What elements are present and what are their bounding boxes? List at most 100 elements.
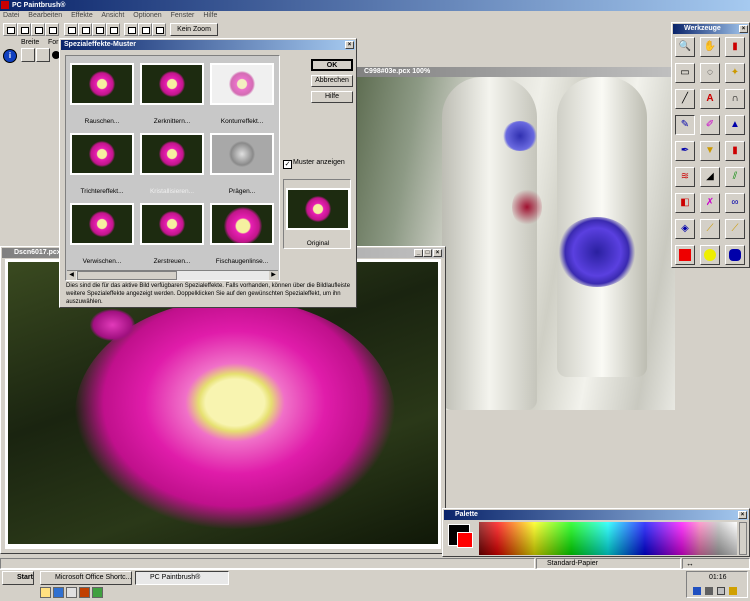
brush-size-box[interactable] [21,48,35,62]
ok-button[interactable]: OK [311,59,353,71]
effect-thumb-crystallize[interactable] [140,133,204,175]
effect-label-noise[interactable]: Rauschen... [68,118,136,125]
lasso-tool-icon[interactable]: ◌ [700,63,720,83]
help-button[interactable]: Hilfe [311,91,353,103]
curve-tool-icon[interactable]: ⟋ [725,219,745,239]
minimize-icon[interactable]: _ [414,249,423,257]
copy-icon[interactable] [78,23,92,36]
bg-color-swatch[interactable] [457,532,473,548]
start-button[interactable]: Start [2,571,34,585]
effect-label-scatter[interactable]: Zerstreuen... [138,258,206,265]
cut-icon[interactable] [64,23,78,36]
bucket-icon[interactable]: ▲ [725,115,745,135]
info-icon[interactable]: i [3,49,17,63]
effect-thumb-contour[interactable] [210,63,274,105]
open-icon[interactable] [17,23,31,36]
effect-thumb-scatter[interactable] [140,203,204,245]
new-icon[interactable] [3,23,17,36]
effects-scrollbar[interactable]: ◀ ▶ [67,270,278,280]
effect-thumb-crumple[interactable] [140,63,204,105]
browser-icon[interactable] [53,587,64,598]
pen-icon[interactable]: ✒ [675,141,695,161]
menu-bearbeiten[interactable]: Bearbeiten [28,12,62,19]
preview-icon[interactable] [138,23,152,36]
menu-hilfe[interactable]: Hilfe [203,12,217,19]
menu-ansicht[interactable]: Ansicht [101,12,124,19]
clone-tool-icon[interactable]: ∩ [725,89,745,109]
desktop-icon[interactable] [40,587,51,598]
quicklaunch-icons[interactable] [40,587,106,598]
smudge-icon[interactable]: ⫽ [725,167,745,187]
color-replace-icon[interactable]: ✗ [700,193,720,213]
scroll-right-icon[interactable]: ▶ [269,271,278,280]
palette-close-icon[interactable]: × [738,511,747,519]
effect-label-crystallize[interactable]: Kristallisieren... [138,188,206,195]
media-icon[interactable] [79,587,90,598]
palette-panel: Palette × [442,508,750,557]
menu-optionen[interactable]: Optionen [133,12,161,19]
paint-can-icon[interactable]: ◈ [675,219,695,239]
circle-shape-icon[interactable] [700,245,720,265]
rectangle-shape-icon[interactable] [675,245,695,265]
glasses-icon[interactable]: ∞ [725,193,745,213]
menu-effekte[interactable]: Effekte [71,12,93,19]
dialog-close-icon[interactable]: × [345,41,354,49]
effect-thumb-noise[interactable] [70,63,134,105]
menu-datei[interactable]: Datei [3,12,19,19]
effect-label-contour[interactable]: Konturreffekt... [208,118,276,125]
clock[interactable]: 01:16 [709,574,727,581]
undo-icon[interactable] [106,23,120,36]
scroll-thumb[interactable] [77,271,177,280]
effect-label-crumple[interactable]: Zerknittern... [138,118,206,125]
effect-thumb-funnel[interactable] [70,133,134,175]
tools-close-icon[interactable]: × [739,25,748,33]
line-tool-icon[interactable]: ⟋ [700,219,720,239]
effect-label-funnel[interactable]: Trichtereffekt... [68,188,136,195]
rounded-rect-shape-icon[interactable] [725,245,745,265]
maximize-icon[interactable]: □ [423,249,432,257]
tray-icon-4[interactable] [729,587,737,595]
effect-label-blur[interactable]: Verwischen... [68,258,136,265]
hand-tool-icon[interactable]: ✋ [700,37,720,57]
tray-icon-1[interactable] [693,587,701,595]
spray-tool-icon[interactable]: ▮ [725,37,745,57]
brush-multi-icon[interactable]: ✐ [700,115,720,135]
effect-label-emboss[interactable]: Prägen... [208,188,276,195]
eraser-icon[interactable]: ◢ [700,167,720,187]
chalk-icon[interactable]: ≋ [675,167,695,187]
paste-icon[interactable] [92,23,106,36]
brush-shape-box[interactable] [36,48,50,62]
cancel-button[interactable]: Abbrechen [311,75,353,87]
save-icon[interactable] [31,23,45,36]
effect-label-fisheye[interactable]: Fischaugenlinse... [208,258,276,265]
effect-thumb-emboss[interactable] [210,133,274,175]
eyedropper-icon[interactable]: ╱ [675,89,695,109]
print-icon[interactable] [124,23,138,36]
paintbrush-icon[interactable]: ✎ [675,115,695,135]
scan-icon[interactable] [45,23,59,36]
show-samples-label[interactable]: Muster anzeigen [293,159,345,166]
taskbar-item-paintbrush[interactable]: PC Paintbrush® [135,571,229,585]
fill-icon[interactable]: ◧ [675,193,695,213]
no-zoom-button[interactable]: Kein Zoom [170,23,218,36]
select-rect-icon[interactable]: ▭ [675,63,695,83]
crayon-icon[interactable]: ▮ [725,141,745,161]
zoom-tool-icon[interactable]: 🔍 [675,37,695,57]
effect-thumb-fisheye[interactable] [210,203,274,245]
highlighter-icon[interactable]: ▼ [700,141,720,161]
menu-fenster[interactable]: Fenster [171,12,195,19]
effect-thumb-blur[interactable] [70,203,134,245]
taskbar-item-office[interactable]: Microsoft Office Shortc... [40,571,132,585]
mail-icon[interactable] [66,587,77,598]
scroll-left-icon[interactable]: ◀ [67,271,76,280]
channel-icon[interactable] [92,587,103,598]
magic-wand-icon[interactable]: ✦ [725,63,745,83]
show-samples-checkbox[interactable]: ✓ [283,160,292,169]
color-grid[interactable] [479,522,737,555]
tray-icon-2[interactable] [705,587,713,595]
close-icon[interactable]: × [433,249,442,257]
text-tool-icon[interactable]: A [700,89,720,109]
tray-icon-3[interactable] [717,587,725,595]
palette-scroll-icon[interactable] [739,522,747,555]
frame-icon[interactable] [152,23,166,36]
